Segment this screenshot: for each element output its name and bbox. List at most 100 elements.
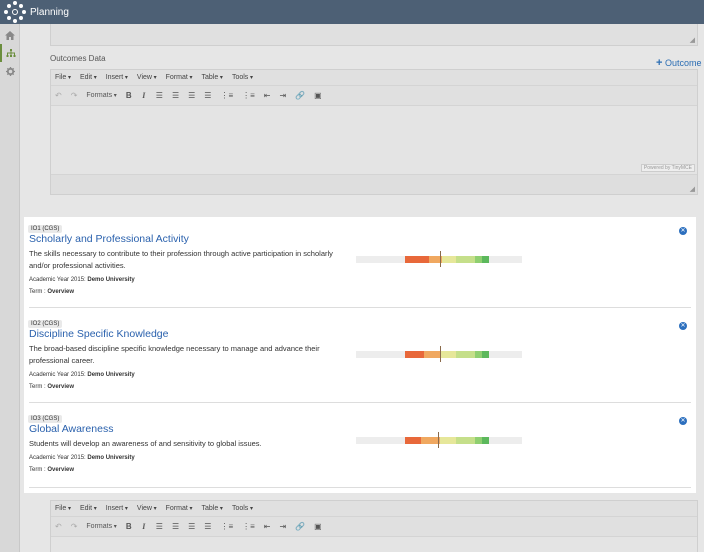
- term-value: Overview: [47, 467, 75, 473]
- outcome-title-link[interactable]: Discipline Specific Knowledge: [29, 328, 169, 340]
- scale-segment-red: [405, 256, 429, 263]
- scale-segment-lightgreen: [456, 437, 475, 444]
- scale-segment-yellow: [440, 437, 456, 444]
- numbered-list-icon[interactable]: ⋮≡: [242, 522, 255, 531]
- align-right-icon[interactable]: ☰: [188, 522, 195, 531]
- italic-button[interactable]: I: [141, 91, 147, 100]
- outcome-term: Term : Overview: [29, 467, 74, 473]
- outcome-badge: IO1 (CGS): [28, 225, 63, 233]
- bullet-list-icon[interactable]: ⋮≡: [220, 91, 233, 100]
- term-label: Term :: [29, 467, 46, 473]
- sidebar: [0, 24, 20, 552]
- indent-icon[interactable]: ⇥: [280, 91, 287, 100]
- outcome-badge: IO2 (CGS): [28, 320, 63, 328]
- outcome-term: Term : Overview: [29, 289, 74, 295]
- undo-icon[interactable]: ↶: [55, 91, 62, 100]
- bold-button[interactable]: B: [126, 91, 132, 100]
- scale-segment-darkgreen: [482, 256, 489, 263]
- outdent-icon[interactable]: ⇤: [264, 522, 271, 531]
- outcome-academic-year: Academic Year 2015: Demo University: [29, 277, 135, 283]
- menu-tools[interactable]: Tools: [232, 505, 253, 512]
- formats-dropdown[interactable]: Formats: [86, 523, 116, 530]
- redo-icon[interactable]: ↷: [71, 522, 78, 531]
- remove-outcome-icon[interactable]: ✕: [679, 322, 687, 330]
- menu-tools[interactable]: Tools: [232, 74, 253, 81]
- numbered-list-icon[interactable]: ⋮≡: [242, 91, 255, 100]
- align-left-icon[interactable]: ☰: [156, 91, 163, 100]
- outcome-description: The skills necessary to contribute to th…: [29, 249, 333, 270]
- align-left-icon[interactable]: ☰: [156, 522, 163, 531]
- menu-table[interactable]: Table: [202, 74, 223, 81]
- menu-edit[interactable]: Edit: [80, 505, 97, 512]
- outcome-description: Students will develop an awareness of an…: [29, 439, 262, 448]
- assessment-scale-bar: [356, 346, 522, 362]
- academic-year-label: Academic Year 2015:: [29, 277, 86, 283]
- link-icon[interactable]: 🔗: [295, 91, 305, 100]
- scale-segment-yellow: [440, 351, 456, 358]
- second-editor: File Edit Insert View Format Table Tools…: [50, 500, 698, 552]
- image-icon[interactable]: ▣: [314, 91, 322, 100]
- app-title: Planning: [30, 6, 69, 18]
- undo-icon[interactable]: ↶: [55, 522, 62, 531]
- menu-format[interactable]: Format: [166, 74, 193, 81]
- italic-button[interactable]: I: [141, 522, 147, 531]
- align-justify-icon[interactable]: ☰: [204, 522, 211, 531]
- link-icon[interactable]: 🔗: [295, 522, 305, 531]
- menu-view[interactable]: View: [137, 505, 157, 512]
- scale-segment-lightgreen: [456, 351, 475, 358]
- editor-toolbar: ↶ ↷ Formats B I ☰ ☰ ☰ ☰ ⋮≡ ⋮≡ ⇤ ⇥ 🔗 ▣: [51, 86, 697, 106]
- image-icon[interactable]: ▣: [314, 522, 322, 531]
- editor-toolbar: ↶ ↷ Formats B I ☰ ☰ ☰ ☰ ⋮≡ ⋮≡ ⇤ ⇥ 🔗 ▣: [51, 517, 697, 537]
- top-bar: Planning: [0, 0, 704, 24]
- academic-year-value: Demo University: [87, 277, 135, 283]
- term-label: Term :: [29, 384, 46, 390]
- menu-table[interactable]: Table: [202, 505, 223, 512]
- indent-icon[interactable]: ⇥: [280, 522, 287, 531]
- outcome-description: The broad-based discipline specific know…: [29, 344, 320, 365]
- menu-view[interactable]: View: [137, 74, 157, 81]
- remove-outcome-icon[interactable]: ✕: [679, 227, 687, 235]
- align-center-icon[interactable]: ☰: [172, 522, 179, 531]
- editor-statusbar: ◢: [51, 174, 697, 194]
- menu-file[interactable]: File: [55, 74, 71, 81]
- menu-insert[interactable]: Insert: [106, 505, 128, 512]
- menu-format[interactable]: Format: [166, 505, 193, 512]
- menu-insert[interactable]: Insert: [106, 74, 128, 81]
- description-textarea[interactable]: ◢: [50, 24, 698, 46]
- align-justify-icon[interactable]: ☰: [204, 91, 211, 100]
- hierarchy-icon[interactable]: [0, 44, 20, 62]
- scale-segment-orange: [424, 351, 440, 358]
- outdent-icon[interactable]: ⇤: [264, 91, 271, 100]
- editor-content-area[interactable]: [51, 537, 697, 552]
- outcome-title-link[interactable]: Scholarly and Professional Activity: [29, 233, 189, 245]
- home-icon[interactable]: [0, 26, 20, 44]
- align-center-icon[interactable]: ☰: [172, 91, 179, 100]
- add-outcome-button[interactable]: + Outcome: [656, 57, 701, 69]
- outcomes-data-editor: File Edit Insert View Format Table Tools…: [50, 69, 698, 195]
- assessment-scale-bar: [356, 432, 522, 448]
- formats-dropdown[interactable]: Formats: [86, 92, 116, 99]
- scale-segment-yellow: [442, 256, 456, 263]
- assessment-scale-bar: [356, 251, 522, 267]
- term-label: Term :: [29, 289, 46, 295]
- term-value: Overview: [47, 289, 75, 295]
- resize-handle-icon[interactable]: ◢: [690, 36, 695, 44]
- menu-file[interactable]: File: [55, 505, 71, 512]
- powered-by-label[interactable]: Powered by TinyMCE: [640, 164, 695, 172]
- scale-marker: [440, 346, 441, 362]
- scale-segment-lightgreen: [456, 256, 475, 263]
- resize-handle-icon[interactable]: ◢: [690, 185, 695, 193]
- outcome-academic-year: Academic Year 2015: Demo University: [29, 372, 135, 378]
- gear-icon[interactable]: [0, 62, 20, 80]
- menu-edit[interactable]: Edit: [80, 74, 97, 81]
- editor-content-area[interactable]: Powered by TinyMCE: [51, 106, 697, 174]
- align-right-icon[interactable]: ☰: [188, 91, 195, 100]
- remove-outcome-icon[interactable]: ✕: [679, 417, 687, 425]
- app-logo-icon[interactable]: [4, 1, 26, 23]
- bold-button[interactable]: B: [126, 522, 132, 531]
- outcome-title-link[interactable]: Global Awareness: [29, 423, 113, 435]
- scale-segment-darkgreen: [482, 437, 489, 444]
- redo-icon[interactable]: ↷: [71, 91, 78, 100]
- main-content: ◢ Outcomes Data + Outcome File Edit Inse…: [20, 24, 704, 552]
- bullet-list-icon[interactable]: ⋮≡: [220, 522, 233, 531]
